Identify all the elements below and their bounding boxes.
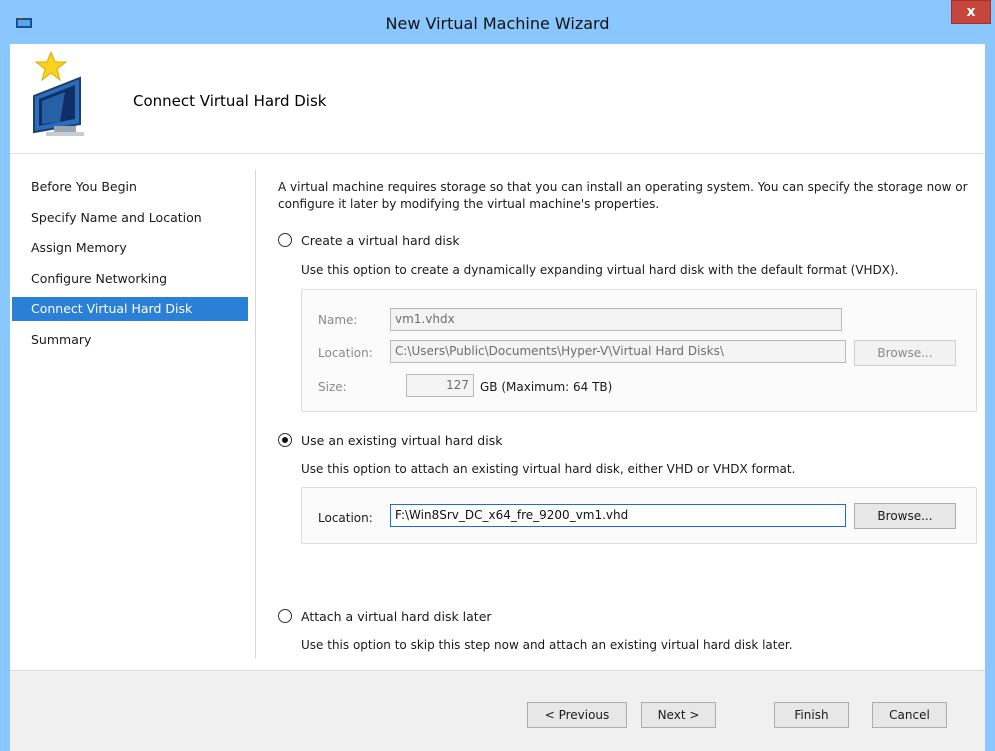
existing-browse-button[interactable]: Browse...: [854, 503, 956, 529]
wizard-content: A virtual machine requires storage so th…: [256, 155, 985, 670]
create-location-input[interactable]: C:\Users\Public\Documents\Hyper-V\Virtua…: [390, 340, 846, 363]
nav-item-before-you-begin[interactable]: Before You Begin: [12, 175, 248, 199]
monitor-with-star-icon: [33, 52, 84, 136]
wizard-footer: < Previous Next > Finish Cancel: [10, 671, 985, 751]
use-existing-vhd-label: Use an existing virtual hard disk: [301, 432, 503, 448]
use-existing-vhd-description: Use this option to attach an existing vi…: [301, 462, 796, 476]
create-vhd-radio-circle[interactable]: [278, 233, 292, 247]
use-existing-vhd-radio[interactable]: Use an existing virtual hard disk: [278, 431, 502, 449]
use-existing-vhd-group: Location: F:\Win8Srv_DC_x64_fre_9200_vm1…: [301, 487, 977, 544]
existing-location-label: Location:: [318, 511, 373, 525]
nav-item-assign-memory[interactable]: Assign Memory: [12, 236, 248, 260]
nav-item-connect-virtual-hard-disk[interactable]: Connect Virtual Hard Disk: [12, 297, 248, 321]
attach-later-label: Attach a virtual hard disk later: [301, 608, 492, 624]
existing-location-input[interactable]: F:\Win8Srv_DC_x64_fre_9200_vm1.vhd: [390, 504, 846, 527]
finish-button[interactable]: Finish: [774, 702, 849, 728]
nav-item-configure-networking[interactable]: Configure Networking: [12, 267, 248, 291]
window-title: New Virtual Machine Wizard: [385, 14, 610, 33]
create-browse-button[interactable]: Browse...: [854, 340, 956, 366]
nav-item-summary[interactable]: Summary: [12, 328, 248, 352]
previous-button[interactable]: < Previous: [527, 702, 627, 728]
attach-later-radio[interactable]: Attach a virtual hard disk later: [278, 607, 492, 625]
attach-later-radio-circle[interactable]: [278, 609, 292, 623]
nav-item-specify-name-location[interactable]: Specify Name and Location: [12, 206, 248, 230]
next-button[interactable]: Next >: [641, 702, 716, 728]
name-label: Name:: [318, 313, 358, 327]
create-vhd-label: Create a virtual hard disk: [301, 232, 460, 248]
attach-later-description: Use this option to skip this step now an…: [301, 638, 793, 652]
close-button[interactable]: x: [951, 0, 991, 24]
create-vhd-radio[interactable]: Create a virtual hard disk: [278, 231, 460, 249]
wizard-window: New Virtual Machine Wizard x Connect Vir…: [0, 0, 995, 751]
wizard-steps-sidebar: Before You Begin Specify Name and Locati…: [10, 155, 256, 670]
wizard-header: Connect Virtual Hard Disk: [10, 44, 985, 154]
wizard-client-area: Connect Virtual Hard Disk Before You Beg…: [10, 44, 985, 751]
create-vhd-group: Name: vm1.vhdx Location: C:\Users\Public…: [301, 289, 977, 412]
use-existing-vhd-radio-circle[interactable]: [278, 433, 292, 447]
intro-text: A virtual machine requires storage so th…: [278, 180, 968, 211]
size-unit-label: GB (Maximum: 64 TB): [480, 380, 613, 394]
cancel-button[interactable]: Cancel: [872, 702, 947, 728]
size-label: Size:: [318, 380, 347, 394]
size-input[interactable]: 127: [406, 374, 474, 397]
create-vhd-description: Use this option to create a dynamically …: [301, 263, 899, 277]
page-title: Connect Virtual Hard Disk: [133, 92, 327, 110]
name-input[interactable]: vm1.vhdx: [390, 308, 842, 331]
title-bar[interactable]: New Virtual Machine Wizard x: [0, 0, 995, 44]
create-location-label: Location:: [318, 346, 373, 360]
